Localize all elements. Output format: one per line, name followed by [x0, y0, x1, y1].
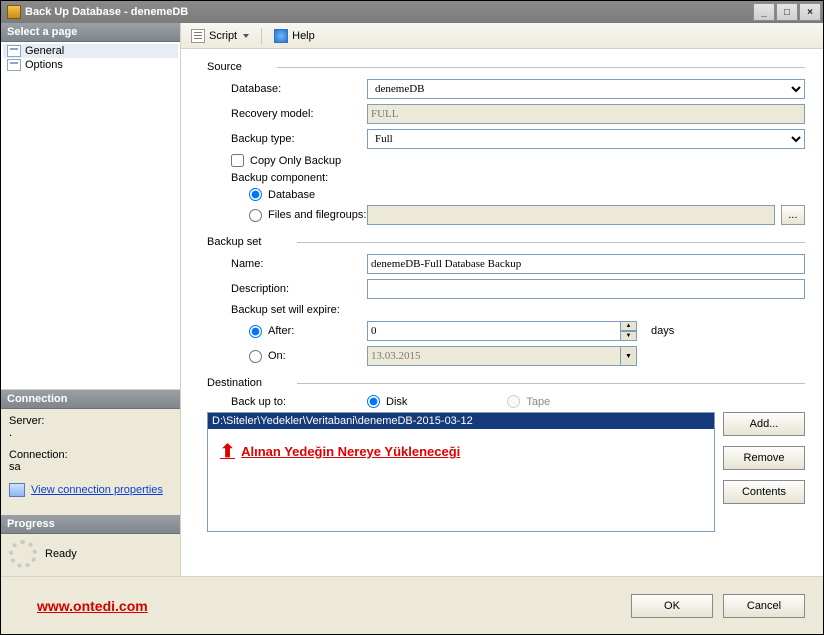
description-label: Description:: [207, 283, 367, 295]
backup-to-label: Back up to:: [207, 396, 367, 408]
progress-spinner-icon: [9, 540, 37, 568]
select-page-header: Select a page: [1, 23, 180, 42]
connection-header: Connection: [1, 390, 180, 409]
page-options[interactable]: Options: [3, 58, 178, 72]
filegroups-field: [367, 205, 775, 225]
expire-label: Backup set will expire:: [207, 304, 805, 316]
tape-label: Tape: [526, 396, 550, 408]
server-label: Server:: [9, 415, 172, 427]
page-icon: [7, 45, 21, 57]
copy-only-checkbox[interactable]: [231, 154, 244, 167]
content: Script Help Source Database: denemeDB: [181, 23, 823, 576]
app-icon: [7, 5, 21, 19]
add-button[interactable]: Add...: [723, 412, 805, 436]
progress-status: Ready: [45, 548, 77, 560]
progress-header: Progress: [1, 515, 180, 534]
database-select[interactable]: denemeDB: [367, 79, 805, 99]
copy-only-label: Copy Only Backup: [250, 155, 341, 167]
minimize-button[interactable]: _: [753, 3, 775, 21]
page-icon: [7, 59, 21, 71]
backup-component-label: Backup component:: [207, 172, 805, 184]
backup-set-legend: Backup set: [207, 236, 805, 248]
chevron-down-icon: [243, 34, 249, 38]
form-area: Source Database: denemeDB Recovery model…: [181, 49, 823, 548]
sidebar: Select a page General Options Connection…: [1, 23, 181, 576]
help-button[interactable]: Help: [270, 28, 319, 44]
source-fieldset: Source Database: denemeDB Recovery model…: [207, 61, 805, 230]
remove-button[interactable]: Remove: [723, 446, 805, 470]
backup-component-database-radio[interactable]: [249, 188, 262, 201]
page-label: Options: [25, 59, 63, 71]
disk-label: Disk: [386, 396, 407, 408]
toolbar: Script Help: [181, 23, 823, 49]
filegroups-browse-button[interactable]: ...: [781, 205, 805, 225]
backup-type-select[interactable]: Full: [367, 129, 805, 149]
window-title: Back Up Database - denemeDB: [25, 6, 188, 18]
annotation-text: Alınan Yedeğin Nereye Yükleneceği: [241, 444, 460, 459]
backup-to-disk-radio[interactable]: [367, 395, 380, 408]
radio-database-label: Database: [268, 189, 315, 201]
arrow-up-icon: ⬆: [220, 441, 235, 462]
calendar-drop-icon[interactable]: ▼: [621, 346, 637, 366]
destination-fieldset: Destination Back up to: Disk Tape: [207, 377, 805, 532]
backup-type-label: Backup type:: [207, 133, 367, 145]
on-date-field: [367, 346, 621, 366]
recovery-model-field: [367, 104, 805, 124]
after-label: After:: [268, 325, 294, 337]
toolbar-separator: [261, 28, 262, 44]
annotation-overlay: ⬆ Alınan Yedeğin Nereye Yükleneceği: [220, 441, 460, 462]
progress-block: Ready: [1, 534, 180, 576]
database-label: Database:: [207, 83, 367, 95]
description-field[interactable]: [367, 279, 805, 299]
contents-button[interactable]: Contents: [723, 480, 805, 504]
connection-label: Connection:: [9, 449, 172, 461]
expire-on-radio[interactable]: [249, 350, 262, 363]
spin-up-icon[interactable]: ▲: [621, 321, 637, 331]
server-value: .: [9, 427, 172, 439]
connection-value: sa: [9, 461, 172, 473]
on-datepicker: ▼: [367, 346, 637, 366]
page-list: General Options: [1, 42, 180, 390]
help-label: Help: [292, 30, 315, 42]
on-label: On:: [268, 350, 286, 362]
script-label: Script: [209, 30, 237, 42]
footer: www.ontedi.com OK Cancel: [1, 576, 823, 634]
backup-set-fieldset: Backup set Name: Description: Backup set…: [207, 236, 805, 371]
recovery-model-label: Recovery model:: [207, 108, 367, 120]
ok-button[interactable]: OK: [631, 594, 713, 618]
spin-down-icon[interactable]: ▼: [621, 331, 637, 341]
connection-icon: [9, 483, 25, 497]
page-general[interactable]: General: [3, 44, 178, 58]
website-link[interactable]: www.ontedi.com: [37, 598, 148, 614]
cancel-button[interactable]: Cancel: [723, 594, 805, 618]
name-field[interactable]: [367, 254, 805, 274]
close-button[interactable]: ×: [799, 3, 821, 21]
maximize-button[interactable]: □: [776, 3, 798, 21]
page-label: General: [25, 45, 64, 57]
script-icon: [191, 29, 205, 43]
destination-listbox[interactable]: D:\Siteler\Yedekler\Veritabani\denemeDB-…: [207, 412, 715, 532]
destination-path-item[interactable]: D:\Siteler\Yedekler\Veritabani\denemeDB-…: [208, 413, 714, 429]
after-value-field[interactable]: [367, 321, 621, 341]
expire-after-radio[interactable]: [249, 325, 262, 338]
window-controls: _ □ ×: [753, 3, 821, 21]
after-spinbox[interactable]: ▲ ▼: [367, 321, 637, 341]
titlebar: Back Up Database - denemeDB _ □ ×: [1, 1, 823, 23]
help-icon: [274, 29, 288, 43]
destination-legend: Destination: [207, 377, 805, 389]
name-label: Name:: [207, 258, 367, 270]
connection-block: Server: . Connection: sa View connection…: [1, 409, 180, 515]
backup-to-tape-radio: [507, 395, 520, 408]
source-legend: Source: [207, 61, 805, 73]
view-connection-properties-link[interactable]: View connection properties: [31, 484, 163, 496]
backup-component-filegroups-radio[interactable]: [249, 209, 262, 222]
radio-filegroups-label: Files and filegroups:: [268, 209, 366, 221]
script-button[interactable]: Script: [187, 28, 253, 44]
after-unit-label: days: [651, 325, 674, 337]
